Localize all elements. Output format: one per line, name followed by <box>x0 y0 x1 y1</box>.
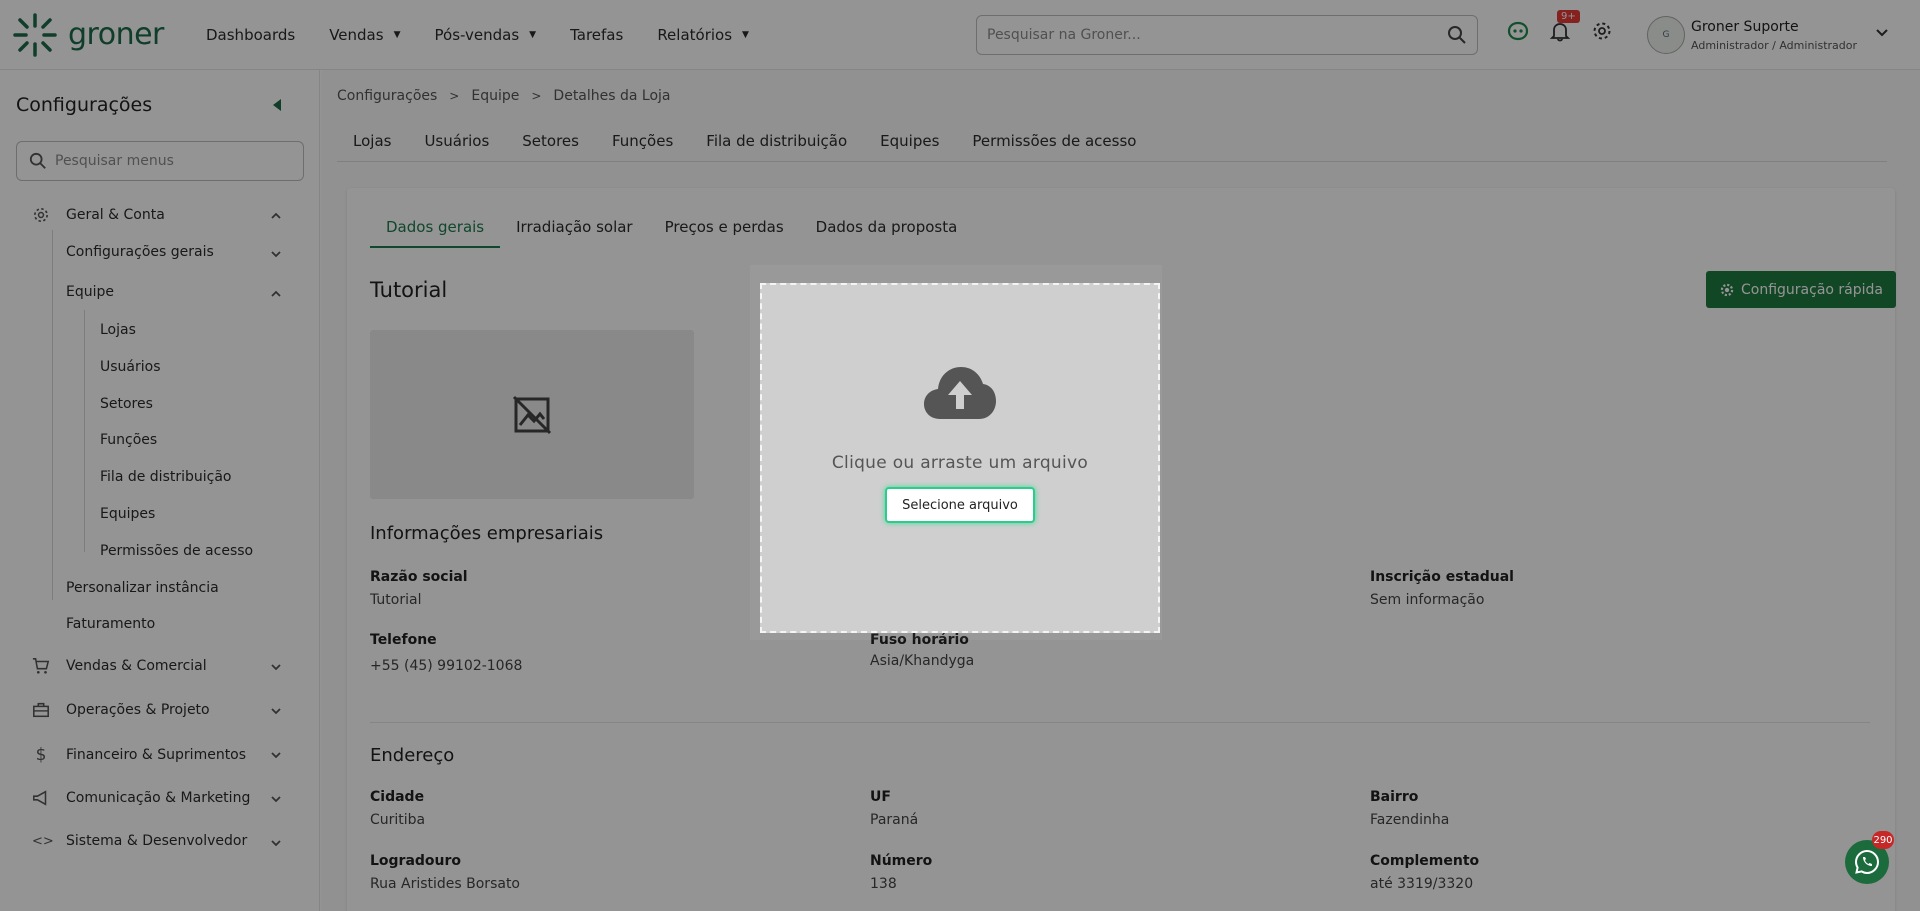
file-dropzone[interactable]: Clique ou arraste um arquivo Selecione a… <box>760 283 1160 633</box>
whatsapp-badge: 290 <box>1872 831 1894 849</box>
select-file-label: Selecione arquivo <box>902 497 1018 513</box>
cloud-upload-icon <box>924 367 996 419</box>
whatsapp-icon <box>1854 849 1880 875</box>
dropzone-text: Clique ou arraste um arquivo <box>831 453 1089 473</box>
select-file-button[interactable]: Selecione arquivo <box>885 487 1035 523</box>
